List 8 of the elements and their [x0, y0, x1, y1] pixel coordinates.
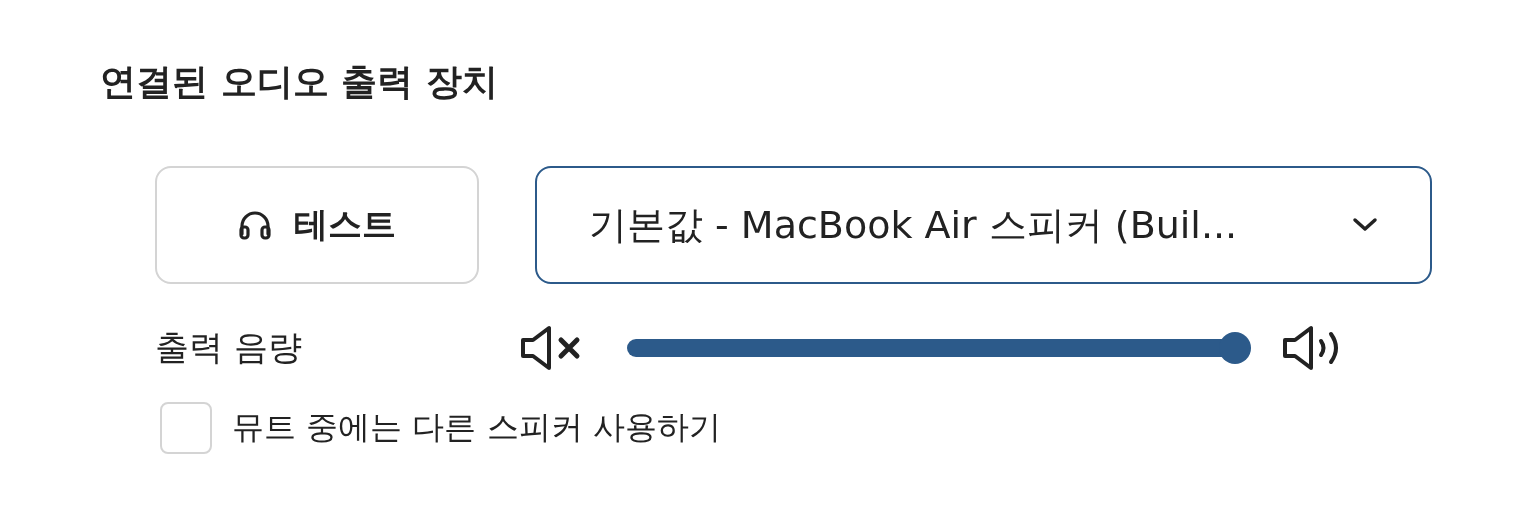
- device-dropdown[interactable]: 기본값 - MacBook Air 스피커 (Buil...: [535, 166, 1432, 284]
- test-button[interactable]: 테스트: [155, 166, 479, 284]
- headphones-icon: [238, 210, 272, 240]
- chevron-down-icon: [1352, 217, 1378, 233]
- checkbox[interactable]: [160, 402, 212, 454]
- section-title: 연결된 오디오 출력 장치: [100, 60, 499, 104]
- volume-label: 출력 음량: [155, 326, 303, 369]
- checkbox-label: 뮤트 중에는 다른 스피커 사용하기: [232, 407, 721, 448]
